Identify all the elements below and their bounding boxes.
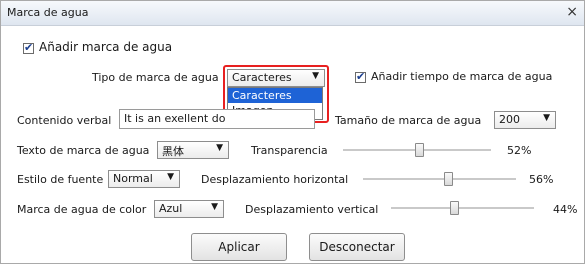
transparency-label: Transparencia xyxy=(251,144,328,157)
chevron-down-icon: ▼ xyxy=(216,143,223,153)
font-label: Texto de marca de agua xyxy=(17,144,150,157)
size-value: 200 xyxy=(499,113,520,126)
voffset-slider[interactable] xyxy=(391,201,534,215)
window-title: Marca de agua xyxy=(7,6,89,19)
font-style-label: Estilo de fuente xyxy=(17,173,104,186)
title-bar: Marca de agua × xyxy=(1,1,584,26)
checkbox-checked-icon xyxy=(23,41,34,54)
transparency-slider[interactable] xyxy=(343,143,491,157)
size-label: Tamaño de marca de agua xyxy=(335,114,482,127)
chevron-down-icon: ▼ xyxy=(167,172,174,182)
disconnect-button[interactable]: Desconectar xyxy=(309,233,405,261)
hoffset-value: 56% xyxy=(529,173,554,186)
slider-track xyxy=(363,178,516,180)
voffset-thumb[interactable] xyxy=(450,201,459,215)
add-time-checkbox[interactable]: Añadir tiempo de marca de agua xyxy=(355,70,552,83)
hoffset-slider[interactable] xyxy=(363,172,516,186)
color-value: Azul xyxy=(159,202,183,215)
content-label: Contenido verbal xyxy=(17,114,112,127)
close-icon[interactable]: × xyxy=(566,4,578,20)
add-time-label: Añadir tiempo de marca de agua xyxy=(371,70,553,83)
hoffset-label: Desplazamiento horizontal xyxy=(201,173,349,186)
size-select[interactable]: 200 ▼ xyxy=(494,111,556,129)
voffset-value: 44% xyxy=(553,203,578,216)
chevron-down-icon: ▼ xyxy=(543,113,550,123)
color-select[interactable]: Azul ▼ xyxy=(154,200,224,218)
font-style-select[interactable]: Normal ▼ xyxy=(108,170,180,188)
add-watermark-checkbox[interactable]: Añadir marca de agua xyxy=(23,40,172,54)
apply-button[interactable]: Aplicar xyxy=(191,233,287,261)
checkbox-checked-icon xyxy=(355,70,366,83)
watermark-type-label: Tipo de marca de agua xyxy=(92,71,219,84)
add-watermark-label: Añadir marca de agua xyxy=(39,40,173,54)
hoffset-thumb[interactable] xyxy=(444,172,453,186)
color-label: Marca de agua de color xyxy=(17,203,147,216)
watermark-dialog: Marca de agua × Añadir marca de agua Tip… xyxy=(0,0,585,264)
chevron-down-icon: ▼ xyxy=(211,202,218,212)
font-style-value: Normal xyxy=(113,172,153,185)
slider-track xyxy=(391,207,534,209)
voffset-label: Desplazamiento vertical xyxy=(245,203,379,216)
content-input[interactable]: It is an exellent do xyxy=(119,109,315,129)
transparency-thumb[interactable] xyxy=(415,143,424,157)
font-select[interactable]: 黑体 ▼ xyxy=(157,141,229,159)
font-value: 黑体 xyxy=(162,145,184,158)
transparency-value: 52% xyxy=(507,144,532,157)
